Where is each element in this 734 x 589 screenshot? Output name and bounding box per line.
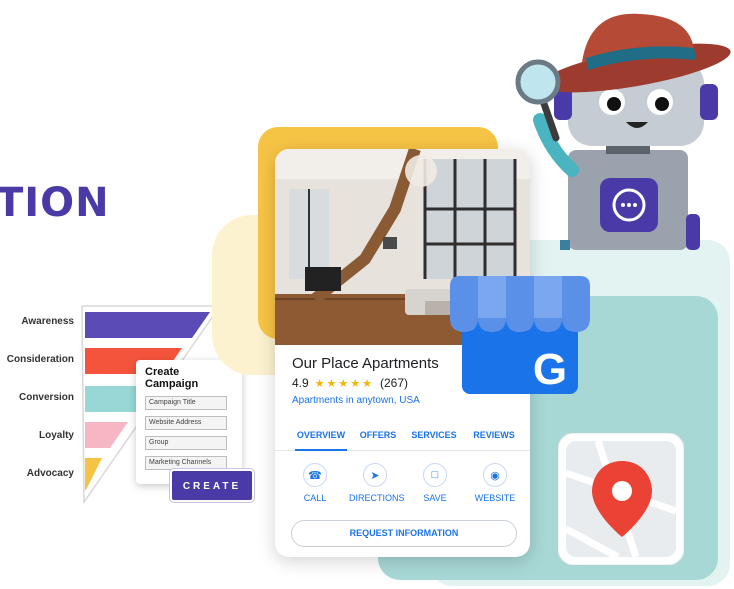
tab-reviews[interactable]: REVIEWS: [471, 429, 517, 451]
listing-tabs: OVERVIEW OFFERS SERVICES REVIEWS: [275, 429, 530, 451]
phone-icon: ☎: [303, 463, 327, 487]
funnel-label-consideration: Consideration: [6, 354, 74, 365]
rating-value: 4.9: [292, 376, 309, 390]
business-location: Apartments in anytown, USA: [292, 395, 420, 406]
campaign-card-title: Create Campaign: [145, 366, 199, 390]
save-action[interactable]: □ SAVE: [409, 463, 461, 503]
call-action[interactable]: ☎ CALL: [289, 463, 341, 503]
magnifying-glass-icon: [515, 59, 561, 105]
group-field[interactable]: Group: [145, 436, 227, 450]
request-information-button[interactable]: REQUEST INFORMATION: [291, 520, 517, 547]
google-business-store-icon: G: [450, 276, 590, 394]
map-pin-tile: [558, 433, 684, 565]
save-label: SAVE: [423, 493, 447, 503]
campaign-title-field[interactable]: Campaign Title: [145, 396, 227, 410]
funnel-label-awareness: Awareness: [21, 316, 74, 327]
marketing-hero-scene: TION Awareness Consideration Conversion …: [0, 0, 734, 589]
marketing-channels-field[interactable]: Marketing Channels: [145, 456, 227, 470]
star-rating-icon: ★★★★★: [314, 377, 374, 390]
detective-robot-mascot: [515, 13, 731, 250]
tab-services[interactable]: SERVICES: [409, 429, 459, 451]
call-label: CALL: [303, 493, 327, 503]
directions-icon: ➤: [363, 463, 387, 487]
hero-title: TION: [0, 180, 110, 226]
tab-overview[interactable]: OVERVIEW: [295, 429, 347, 451]
bookmark-icon: □: [423, 463, 447, 487]
globe-icon: ◉: [483, 463, 507, 487]
review-count[interactable]: (267): [380, 376, 408, 390]
tab-offers[interactable]: OFFERS: [359, 429, 397, 451]
directions-action[interactable]: ➤ DIRECTIONS: [349, 463, 405, 503]
listing-actions: ☎ CALL ➤ DIRECTIONS □ SAVE ◉ WEBSITE: [289, 463, 521, 503]
website-label: WEBSITE: [474, 493, 516, 503]
funnel-bar-awareness: [85, 312, 210, 338]
funnel-label-loyalty: Loyalty: [38, 430, 74, 441]
website-address-field[interactable]: Website Address: [145, 416, 227, 430]
funnel-label-advocacy: Advocacy: [26, 468, 74, 479]
funnel-label-conversion: Conversion: [18, 392, 74, 403]
create-campaign-card: Create Campaign Campaign Title Website A…: [136, 360, 242, 484]
website-action[interactable]: ◉ WEBSITE: [469, 463, 521, 503]
directions-label: DIRECTIONS: [349, 493, 405, 503]
create-button[interactable]: CREATE: [170, 469, 254, 502]
google-g-letter: G: [533, 345, 567, 394]
